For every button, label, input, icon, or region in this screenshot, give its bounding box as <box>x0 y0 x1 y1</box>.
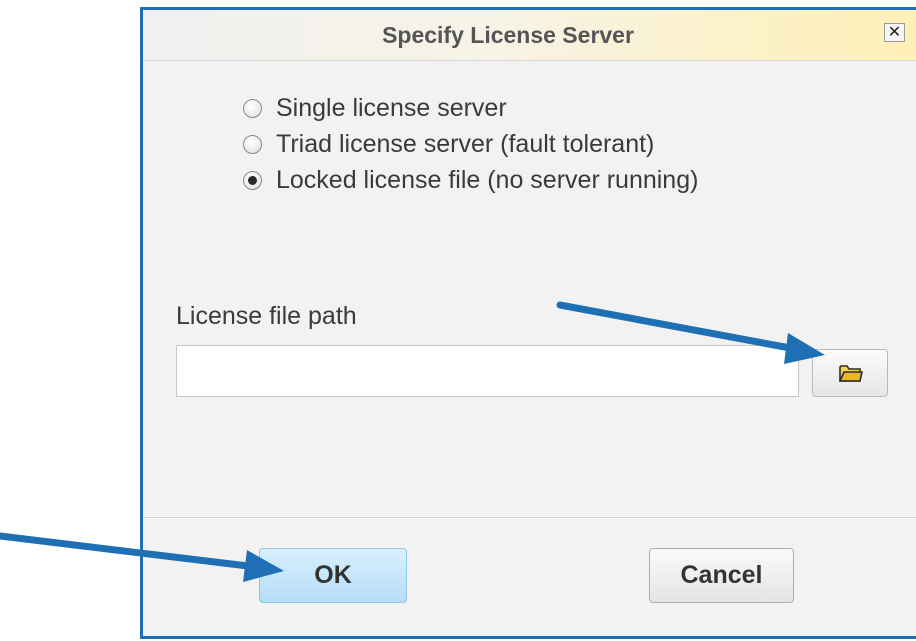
radio-option-single-server[interactable]: Single license server <box>243 88 698 128</box>
radio-button[interactable] <box>243 134 262 154</box>
dialog-titlebar: Specify License Server ✕ <box>143 10 916 61</box>
folder-icon <box>839 365 863 382</box>
radio-option-triad-server[interactable]: Triad license server (fault tolerant) <box>243 124 698 164</box>
radio-label: Locked license file (no server running) <box>276 165 699 194</box>
footer-divider-highlight <box>143 518 916 519</box>
ok-button[interactable]: OK <box>259 548 407 603</box>
radio-label: Single license server <box>276 93 507 122</box>
screenshot-stage: Specify License Server ✕ Single license … <box>0 0 916 641</box>
radio-button-selected[interactable] <box>243 170 262 190</box>
license-file-path-label: License file path <box>176 302 357 330</box>
cancel-button[interactable]: Cancel <box>649 548 794 603</box>
radio-button[interactable] <box>243 98 262 118</box>
radio-label: Triad license server (fault tolerant) <box>276 129 655 158</box>
license-server-dialog: Specify License Server ✕ Single license … <box>140 7 916 639</box>
server-type-radio-group: Single license server Triad license serv… <box>243 88 698 200</box>
browse-folder-button[interactable] <box>812 349 888 397</box>
license-file-path-input[interactable] <box>176 345 799 397</box>
close-icon: ✕ <box>887 22 902 41</box>
close-button[interactable]: ✕ <box>884 23 905 42</box>
radio-option-locked-file[interactable]: Locked license file (no server running) <box>243 160 698 200</box>
dialog-title: Specify License Server <box>382 22 634 48</box>
